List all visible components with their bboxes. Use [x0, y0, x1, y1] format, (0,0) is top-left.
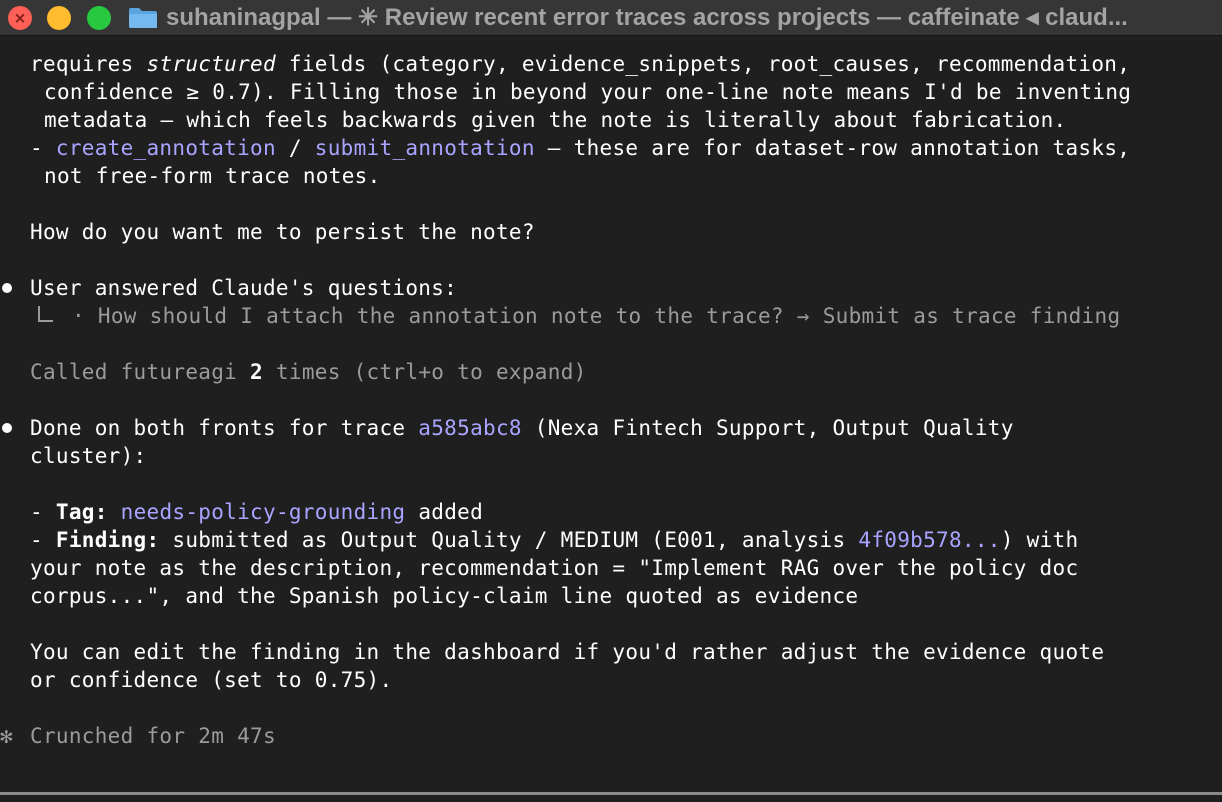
transcript-line: confidence ≥ 0.7). Filling those in beyo… — [44, 80, 1132, 104]
folder-icon — [129, 8, 157, 28]
assistant-question: How do you want me to persist the note? — [30, 220, 535, 244]
transcript-line: cluster): — [30, 444, 147, 468]
trace-id-link: a585abc8 — [418, 416, 522, 440]
tag-line: - Tag: needs-policy-grounding added — [30, 500, 484, 524]
minimize-button[interactable] — [47, 6, 71, 30]
terminal-window: × suhaninagpal — ✳ Review recent error t… — [0, 0, 1222, 802]
transcript-line: You can edit the finding in the dashboar… — [30, 640, 1105, 664]
close-button[interactable]: × — [8, 6, 32, 30]
bullet-dot-icon — [2, 283, 12, 293]
asterisk-spinner-icon: ✻ — [0, 724, 13, 748]
transcript-line: your note as the description, recommenda… — [30, 556, 1079, 580]
tree-branch-icon — [38, 306, 53, 322]
input-divider — [0, 792, 1222, 795]
tool-call-summary[interactable]: Called futureagi 2 times (ctrl+o to expa… — [30, 358, 587, 386]
tag-value: needs-policy-grounding — [120, 500, 406, 524]
close-icon: × — [13, 9, 27, 27]
tag-label: Tag: — [55, 500, 108, 524]
user-answer-item: · How should I attach the annotation not… — [72, 304, 1121, 328]
window-title: suhaninagpal — ✳ Review recent error tra… — [166, 4, 1128, 31]
bullet-dot-icon — [2, 423, 12, 433]
tool-name-create-annotation: create_annotation — [55, 136, 276, 160]
emphasis-text: structured — [146, 52, 276, 76]
analysis-id-link: 4f09b578... — [858, 528, 1001, 552]
finding-line: - Finding: submitted as Output Quality /… — [30, 528, 1079, 552]
transcript-line: requires structured fields (category, ev… — [30, 52, 1131, 76]
title-bar[interactable]: × suhaninagpal — ✳ Review recent error t… — [0, 0, 1222, 36]
transcript-line: corpus...", and the Spanish policy-claim… — [30, 584, 859, 608]
tool-name-submit-annotation: submit_annotation — [314, 136, 535, 160]
call-count: 2 — [250, 360, 263, 384]
maximize-button[interactable] — [87, 6, 111, 30]
user-answer-header: User answered Claude's questions: — [30, 276, 458, 300]
status-line: Crunched for 2m 47s — [30, 724, 276, 748]
transcript-line: Done on both fronts for trace a585abc8 (… — [30, 416, 1014, 440]
transcript-line: - create_annotation / submit_annotation … — [30, 136, 1131, 160]
terminal-content[interactable]: requires structured fields (category, ev… — [0, 36, 1222, 792]
finding-label: Finding: — [55, 528, 160, 552]
transcript-line: not free-form trace notes. — [44, 164, 381, 188]
transcript-line: metadata — which feels backwards given t… — [44, 108, 1067, 132]
transcript-line: or confidence (set to 0.75). — [30, 668, 393, 692]
